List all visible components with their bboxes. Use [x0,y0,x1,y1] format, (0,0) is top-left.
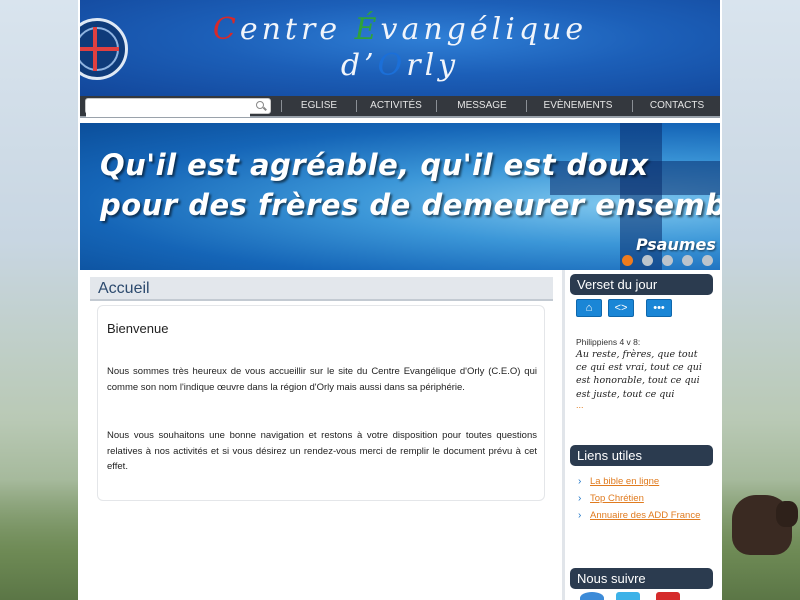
article-paragraph: Nous sommes très heureux de vous accueil… [107,366,537,393]
useful-links-list: › La bible en ligne › Top Chrétien › Annuai… [576,474,706,525]
article-heading: Bienvenue [107,321,169,336]
article-paragraph: Nous vous souhaitons une bonne navigatio… [107,430,537,472]
banner-quote-line1: Qu'il est agréable, qu'il est doux [100,148,649,182]
link-item-annuaire[interactable]: › Annuaire des ADD France [576,508,706,523]
widget-title-verse: Verset du jour [570,274,713,295]
link-label[interactable]: Annuaire des ADD France [590,510,700,521]
slider-dot-3[interactable] [662,255,673,266]
site-title-line2: d’Orly [80,48,720,83]
site-header: Centre Évangélique d’Orly [80,0,720,96]
slider-dot-4[interactable] [682,255,693,266]
title-initial-o: O [377,48,407,83]
nav-item-contacts[interactable]: CONTACTS [638,96,716,116]
link-label[interactable]: Top Chrétien [590,493,644,504]
banner-quote-source: Psaumes 133 [636,235,720,254]
widget-title-follow: Nous suivre [570,568,713,589]
home-icon[interactable]: ⌂ [576,299,602,317]
banner-quote-line2: pour des frères de demeurer ensemble [100,188,720,222]
nav-item-evenements[interactable]: EVÈNEMENTS [530,96,626,116]
youtube-icon[interactable] [656,592,680,600]
link-item-bible[interactable]: › La bible en ligne [576,474,706,489]
slider-dot-5[interactable] [702,255,713,266]
nav-separator [526,100,527,112]
title-text: d’ [340,48,378,83]
nav-separator [281,100,282,112]
globe-icon[interactable] [580,592,604,600]
link-label[interactable]: La bible en ligne [590,476,659,487]
title-text: rly [406,48,460,83]
title-initial-c: C [212,12,240,47]
site-title-line1: Centre Évangélique [80,12,720,47]
title-text: vangélique [380,12,588,47]
page-container: Centre Évangélique d’Orly EGLISE ACTIVIT… [78,0,722,600]
page-title: Accueil [90,277,553,301]
banner-slider: Qu'il est agréable, qu'il est doux pour … [80,123,720,270]
nav-item-message[interactable]: MESSAGE [440,96,524,116]
article-box: Bienvenue Nous sommes très heureux de vo… [97,305,545,501]
fish-icon[interactable]: <> [608,299,634,317]
slider-dot-1[interactable] [622,255,633,266]
nav-item-activites[interactable]: ACTIVITÉS [360,96,432,116]
nav-separator [436,100,437,112]
chat-icon[interactable]: ••• [646,299,672,317]
chevron-right-icon: › [578,493,582,504]
nav-separator [632,100,633,112]
link-item-top-chretien[interactable]: › Top Chrétien [576,491,706,506]
verse-reference: Philippiens 4 v 8: [576,337,641,347]
background-cow [732,495,798,555]
main-navbar: EGLISE ACTIVITÉS MESSAGE EVÈNEMENTS CONT… [80,96,720,118]
chevron-right-icon: › [578,510,582,521]
widget-title-links: Liens utiles [570,445,713,466]
slider-dot-2[interactable] [642,255,653,266]
twitter-icon[interactable] [616,592,640,600]
search-icon[interactable] [256,101,264,109]
verse-read-more-link[interactable]: ... [576,400,584,410]
title-text: entre [239,12,355,47]
verse-text: Au reste, frères, que tout ce qui est vr… [576,349,702,400]
chevron-right-icon: › [578,476,582,487]
title-initial-e: É [354,12,381,47]
nav-item-eglise[interactable]: EGLISE [285,96,353,116]
sidebar-divider [562,270,565,600]
search-box [85,98,271,117]
nav-separator [356,100,357,112]
search-input[interactable] [86,102,250,117]
